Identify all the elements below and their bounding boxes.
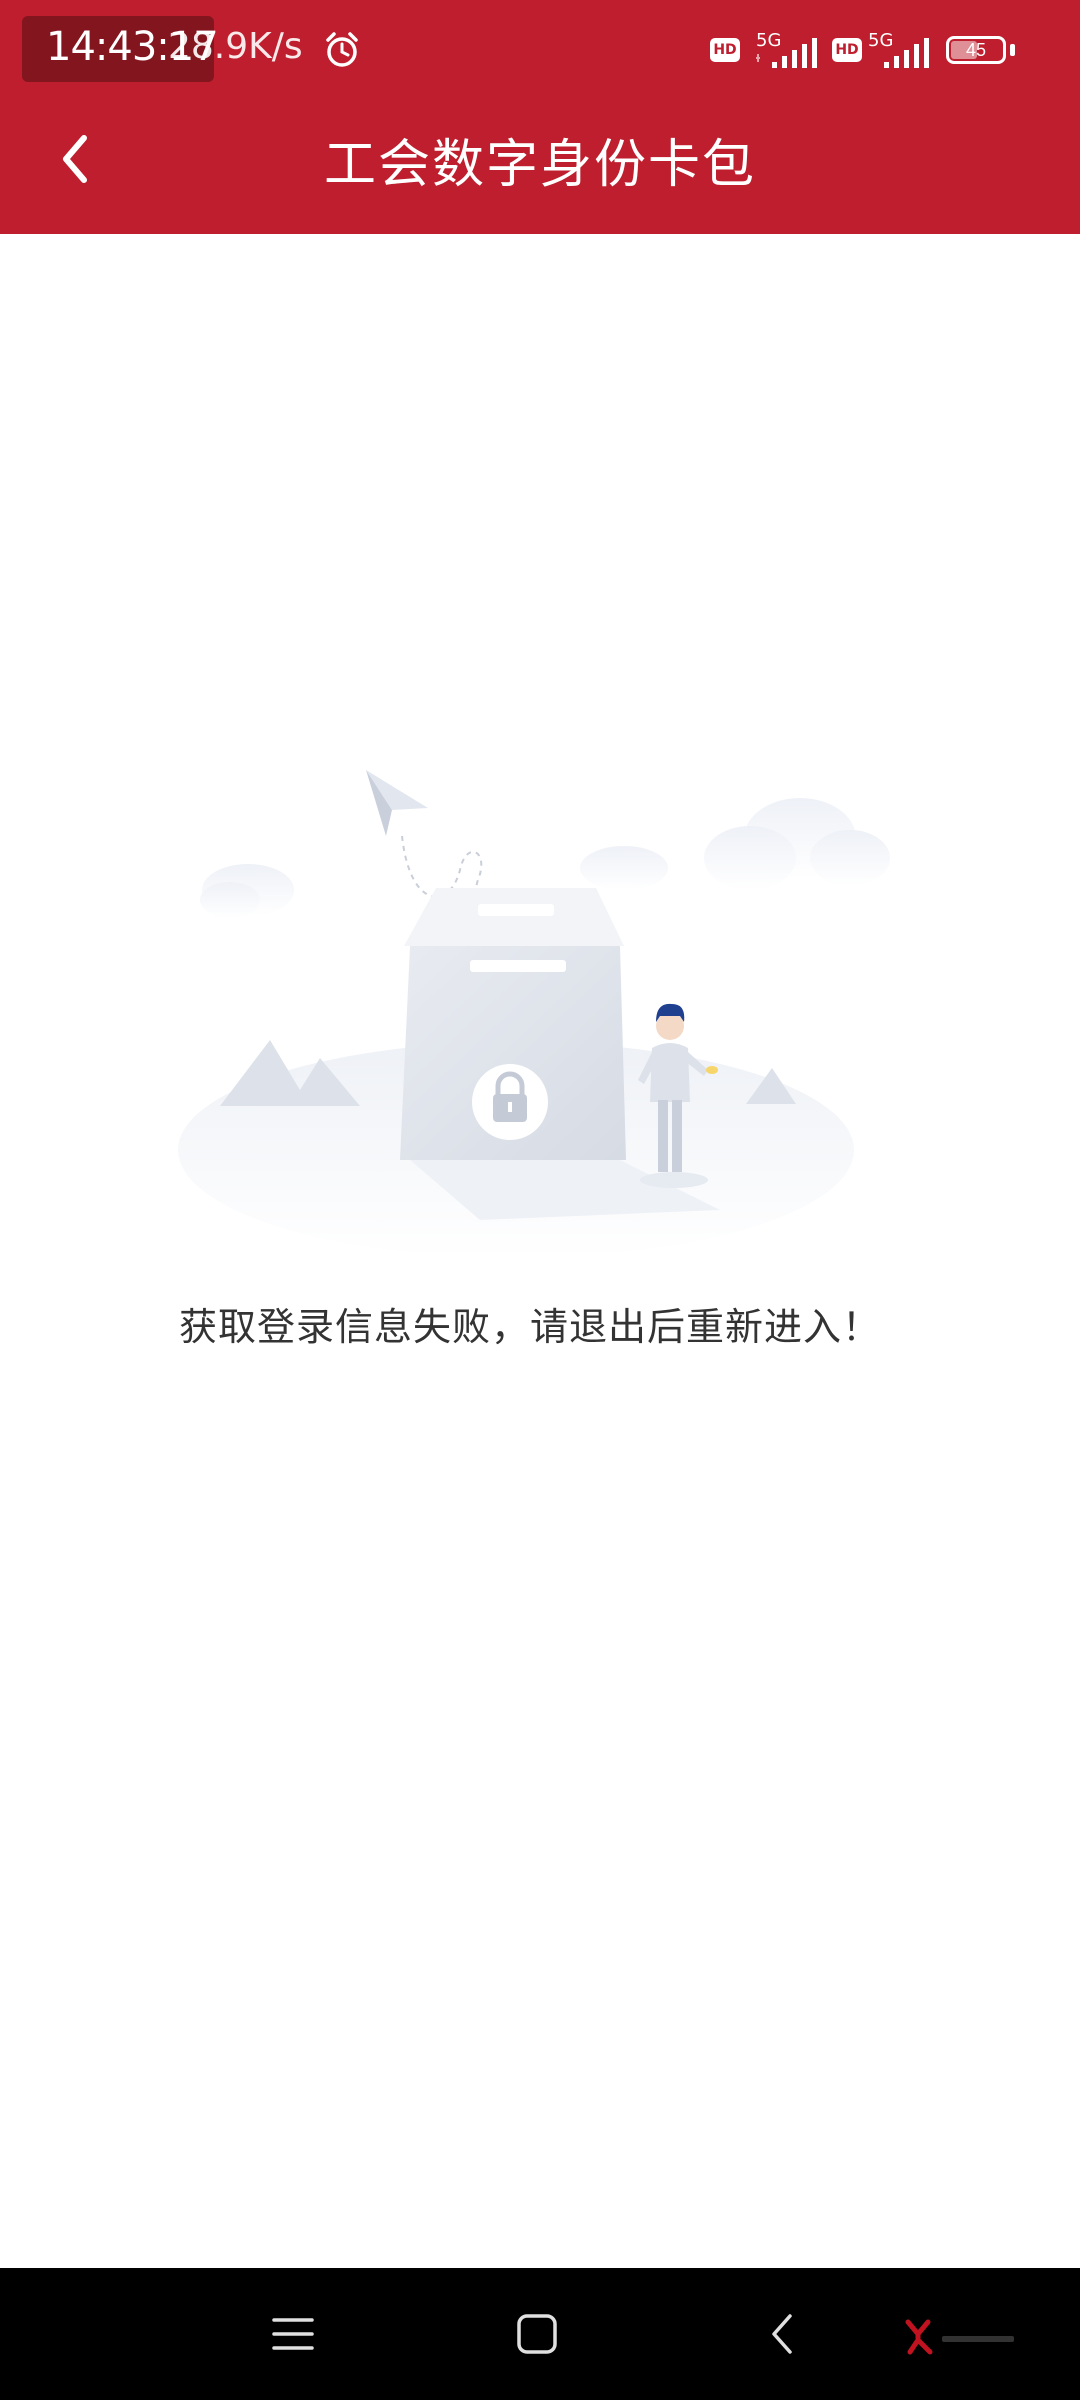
signal-bars-icon-2 [884, 38, 929, 68]
battery-level: 45 [965, 40, 987, 60]
page-title: 工会数字身份卡包 [323, 135, 756, 195]
clock: 14:43:17 [46, 24, 219, 70]
error-message: 获取登录信息失败，请退出后重新进入！ [178, 1305, 881, 1349]
hd-badge-2: HD [832, 38, 862, 62]
cloud-mid [580, 846, 668, 890]
empty-state-illustration [178, 770, 890, 1258]
app-header: 28.9K/s 14:43:17 HD 5G HD 5G 45 工会数字身份卡包 [0, 0, 1080, 234]
home-square-icon[interactable] [516, 2310, 558, 2358]
cloud-right [704, 798, 890, 890]
back-chevron-icon[interactable] [764, 2310, 800, 2358]
menu-icon[interactable] [272, 2310, 314, 2358]
signal-bars-icon [756, 38, 817, 68]
status-bar: 28.9K/s 14:43:17 HD 5G HD 5G 45 [0, 0, 1080, 104]
cloud-left [200, 864, 294, 918]
battery-tip [1010, 44, 1015, 56]
battery-icon: 45 [946, 36, 1006, 64]
hd-badge-1: HD [710, 38, 740, 62]
watermark-logo [905, 2319, 1014, 2355]
alarm-clock-icon [326, 32, 358, 67]
